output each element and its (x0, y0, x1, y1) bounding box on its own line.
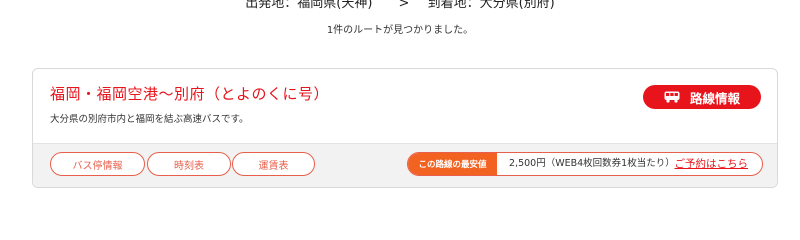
result-count: 1件のルートが見つかりました。 (326, 25, 474, 36)
route-card-header: 福岡・福岡空港〜別府（とよのくに号） 大分県の別府市内と福岡を結ぶ高速バスです。… (33, 69, 777, 143)
route-info-label: 路線情報 (689, 90, 740, 106)
route-title: 福岡・福岡空港〜別府（とよのくに号） (50, 85, 330, 103)
departure-text: 出発地：福岡県(天神) (245, 0, 373, 11)
route-header: 出発地：福岡県(天神) > 到着地：大分県(別府) (0, 0, 800, 11)
cheapest-label: この路線の最安値 (408, 153, 497, 175)
route-separator: > (398, 0, 410, 11)
cheapest-price: 2,500円（WEB4枚回数券1枚当たり） (509, 158, 675, 169)
route-card: 福岡・福岡空港〜別府（とよのくに号） 大分県の別府市内と福岡を結ぶ高速バスです。… (32, 68, 778, 188)
reservation-link[interactable]: ご予約はこちら (675, 153, 749, 175)
page: 出発地：福岡県(天神) > 到着地：大分県(別府) 1件のルートが見つかりました… (0, 0, 800, 226)
route-card-footer: バス停情報 時刻表 運賃表 この路線の最安値 2,500円（WEB4枚回数券1枚… (33, 143, 777, 187)
cheapest-price-box: この路線の最安値 2,500円（WEB4枚回数券1枚当たり） ご予約はこちら (407, 152, 763, 176)
timetable-button[interactable]: 時刻表 (147, 152, 231, 176)
fare-table-button[interactable]: 運賃表 (232, 152, 315, 176)
route-info-button[interactable]: 路線情報 (643, 85, 761, 109)
route-description: 大分県の別府市内と福岡を結ぶ高速バスです。 (50, 114, 249, 125)
arrival-text: 到着地：大分県(別府) (427, 0, 555, 11)
bus-icon (664, 91, 680, 103)
bus-stop-info-button[interactable]: バス停情報 (50, 152, 145, 176)
